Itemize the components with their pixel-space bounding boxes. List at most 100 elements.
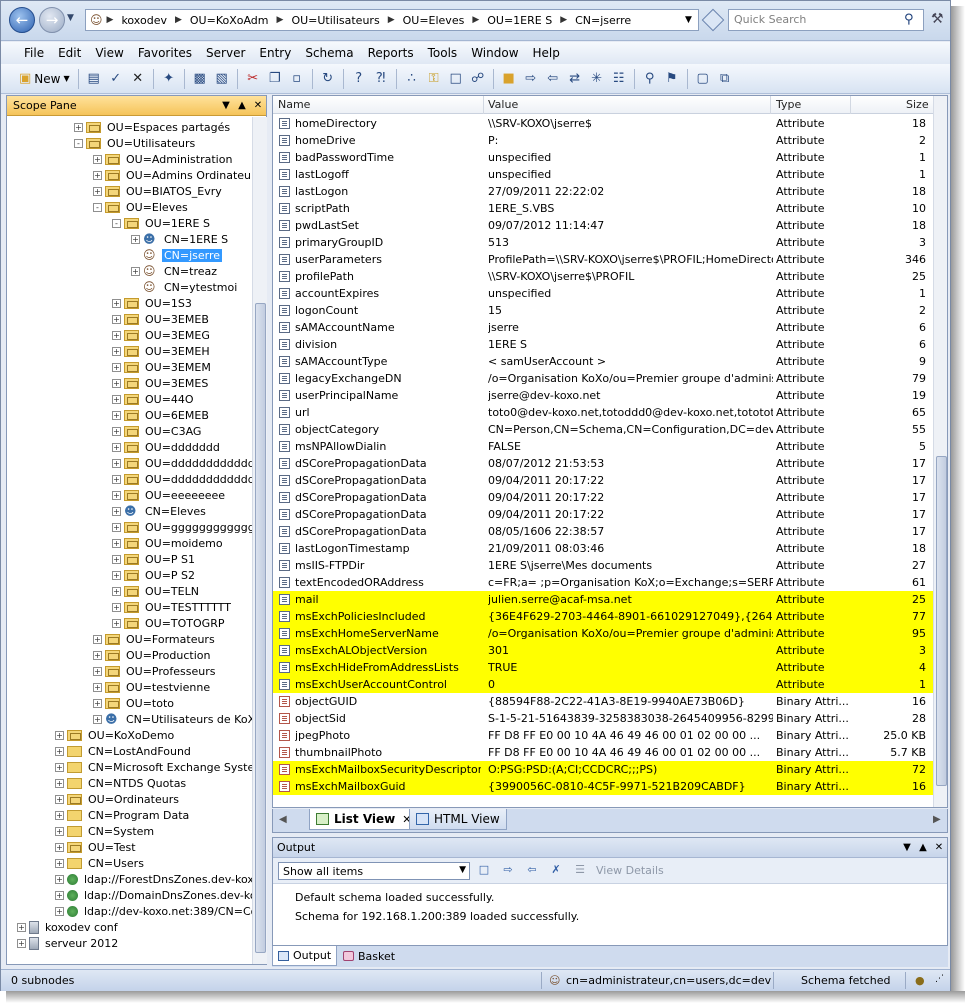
column-value[interactable]: Value: [488, 98, 518, 111]
forward-button[interactable]: →: [39, 7, 65, 33]
find-icon[interactable]: ⚲: [640, 69, 660, 89]
attribute-row[interactable]: accountExpires unspecified Attribute 1: [273, 285, 933, 302]
move-icon[interactable]: ▩: [190, 69, 210, 89]
export-icon[interactable]: ⇨: [521, 69, 541, 89]
compare-icon[interactable]: ☷: [609, 69, 629, 89]
attribute-row[interactable]: legacyExchangeDN/o=Organisation KoXo/ou=…: [273, 370, 933, 387]
paste-icon[interactable]: ▫: [287, 69, 307, 89]
tree-node[interactable]: + CN=LostAndFound: [55, 743, 193, 759]
network-icon[interactable]: ☍: [468, 69, 488, 89]
tree-node[interactable]: + CN=Program Data: [55, 807, 191, 823]
expand-icon[interactable]: +: [55, 746, 64, 756]
tree-node[interactable]: + OU=ddddddddddddddddddd: [112, 471, 252, 487]
tree-node[interactable]: + OU=P S2: [112, 567, 197, 583]
expand-icon[interactable]: +: [112, 330, 121, 340]
scroll-right-icon[interactable]: ▶: [933, 814, 941, 825]
breadcrumb-segment[interactable]: OU=KoXoAdm: [186, 14, 273, 27]
breadcrumb-segment[interactable]: OU=1ERE S: [483, 14, 556, 27]
expand-icon[interactable]: +: [112, 362, 121, 372]
attribute-row[interactable]: dSCorePropagationData 09/04/2011 20:17:22…: [273, 506, 933, 523]
expand-icon[interactable]: +: [112, 602, 121, 612]
pin-icon[interactable]: ▲: [234, 100, 250, 111]
cut-icon[interactable]: ✂: [243, 69, 263, 89]
column-name[interactable]: Name: [278, 98, 310, 111]
attribute-row[interactable]: msExchMailboxSecurityDescriptor O:PSG:PSD…: [273, 761, 933, 778]
tree-node[interactable]: + OU=Test: [55, 839, 138, 855]
copy-to-icon[interactable]: ▧: [212, 69, 232, 89]
attribute-row[interactable]: msExchUserAccountControl 0 Attribute 1: [273, 676, 933, 693]
attribute-row[interactable]: objectCategory CN=Person,CN=Schema,CN=Con…: [273, 421, 933, 438]
breadcrumb-segment[interactable]: koxodev: [117, 14, 171, 27]
tab-output[interactable]: Output: [272, 946, 338, 966]
cascade-icon[interactable]: ⧉: [715, 69, 735, 89]
scrollbar-thumb[interactable]: [255, 303, 266, 953]
attribute-row[interactable]: lastLogon 27/09/2011 22:22:02 Attribute 18: [273, 183, 933, 200]
tree-node[interactable]: + OU=44O: [112, 391, 196, 407]
tree-node[interactable]: + OU=Espaces partagés: [74, 119, 232, 135]
output-filter-select[interactable]: Show all items ▼: [278, 861, 470, 880]
tree-node[interactable]: + OU=Ordinateurs: [55, 791, 181, 807]
search-icon[interactable]: ⚲: [904, 12, 914, 27]
attribute-row[interactable]: msExchMailboxGuid {3990056C-0810-4C5F-997…: [273, 778, 933, 795]
pane-dropdown-icon[interactable]: ▼: [899, 842, 915, 853]
tab-list-view[interactable]: List View ✕: [309, 809, 419, 830]
attribute-row[interactable]: profilePath \\SRV-KOXO\jserre$\PROFIL Attr…: [273, 268, 933, 285]
tree-node[interactable]: ☺ CN=ytestmoi: [131, 279, 239, 295]
copy-icon[interactable]: ❐: [265, 69, 285, 89]
tree-node[interactable]: + OU=3EMES: [112, 375, 210, 391]
resize-grip-icon[interactable]: ⋰: [935, 974, 944, 984]
tree-node[interactable]: + OU=TESTTTTTT: [112, 599, 233, 615]
menu-server[interactable]: Server: [199, 46, 252, 60]
attribute-row[interactable]: division 1ERE S Attribute 6: [273, 336, 933, 353]
output-clear-icon[interactable]: ✗: [546, 863, 566, 879]
tree-node[interactable]: + OU=Administration: [93, 151, 234, 167]
expand-icon[interactable]: +: [55, 794, 64, 804]
collapse-icon[interactable]: -: [112, 218, 121, 228]
expand-icon[interactable]: +: [93, 170, 102, 180]
tree-node[interactable]: + OU=3EMEG: [112, 327, 212, 343]
attribute-row[interactable]: mail julien.serre@acaf-msa.net Attribute 25: [273, 591, 933, 608]
tree-node[interactable]: + OU=TELN: [112, 583, 201, 599]
attribute-row[interactable]: thumbnailPhoto FF D8 FF E0 00 10 4A 46 49…: [273, 744, 933, 761]
tree-node[interactable]: + OU=P S1: [112, 551, 197, 567]
pane-dropdown-icon[interactable]: ▼: [218, 100, 234, 111]
new-button[interactable]: ▣ New ▼: [15, 71, 74, 86]
expand-icon[interactable]: +: [112, 474, 121, 484]
expand-icon[interactable]: +: [93, 682, 102, 692]
go-icon[interactable]: [701, 8, 725, 32]
attribute-row[interactable]: url toto0@dev-koxo.net,totoddd0@dev-koxo.…: [273, 404, 933, 421]
wizard-icon[interactable]: ✳: [587, 69, 607, 89]
expand-icon[interactable]: +: [112, 554, 121, 564]
expand-icon[interactable]: +: [131, 234, 140, 244]
window-icon[interactable]: ▢: [693, 69, 713, 89]
expand-icon[interactable]: +: [55, 874, 64, 884]
column-type[interactable]: Type: [776, 98, 801, 111]
tab-html-view[interactable]: HTML View: [409, 809, 507, 830]
expand-icon[interactable]: +: [55, 826, 64, 836]
output-next-icon[interactable]: ⇨: [498, 863, 518, 879]
expand-icon[interactable]: +: [55, 778, 64, 788]
column-size[interactable]: Size: [906, 98, 929, 111]
tree-node[interactable]: + koxodev conf: [17, 919, 120, 935]
breadcrumb-segment[interactable]: OU=Utilisateurs: [287, 14, 383, 27]
menu-reports[interactable]: Reports: [361, 46, 421, 60]
tree-node[interactable]: + ldap://dev-koxo.net:389/CN=Configu: [55, 903, 252, 919]
refresh-icon[interactable]: ↻: [318, 69, 338, 89]
menu-entry[interactable]: Entry: [252, 46, 298, 60]
expand-icon[interactable]: +: [112, 442, 121, 452]
attribute-row[interactable]: objectGUID {88594F88-2C22-41A3-8E19-9940A…: [273, 693, 933, 710]
key-icon[interactable]: ⚿: [424, 69, 444, 89]
quick-search-input[interactable]: Quick Search: [728, 9, 924, 31]
menu-view[interactable]: View: [88, 46, 130, 60]
tree-node[interactable]: + ☻ CN=1ERE S: [131, 231, 230, 247]
attribute-row[interactable]: userParameters ProfilePath=\\SRV-KOXO\jse…: [273, 251, 933, 268]
tree-node[interactable]: - OU=Eleves: [93, 199, 190, 215]
expand-icon[interactable]: +: [93, 714, 102, 724]
expand-icon[interactable]: +: [112, 618, 121, 628]
tree-node[interactable]: + OU=1S3: [112, 295, 194, 311]
expand-icon[interactable]: +: [112, 506, 121, 516]
tree-node[interactable]: + OU=Professeurs: [93, 663, 217, 679]
sync-icon[interactable]: ⇄: [565, 69, 585, 89]
tree-node[interactable]: + OU=KoXoDemo: [55, 727, 176, 743]
expand-icon[interactable]: +: [55, 906, 64, 916]
